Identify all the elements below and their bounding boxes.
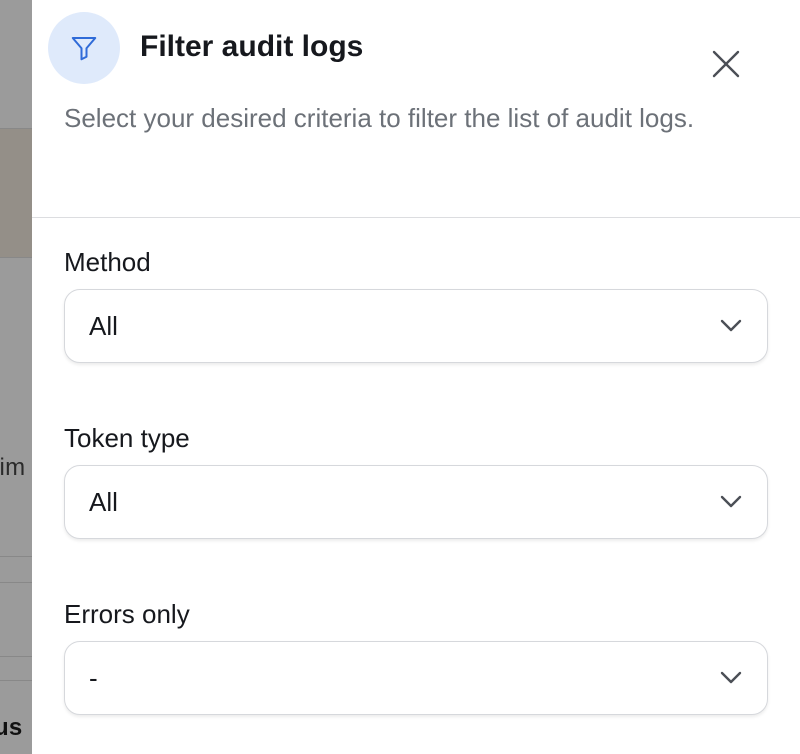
token-type-label: Token type xyxy=(64,423,190,453)
chevron-down-icon xyxy=(719,666,743,690)
token-type-filter: Token type All xyxy=(64,421,768,539)
background-page-overlay: lim us xyxy=(0,0,32,754)
drawer-header: Filter audit logs Select your desired cr… xyxy=(32,0,800,218)
close-button[interactable] xyxy=(704,42,748,86)
filter-icon-badge xyxy=(48,12,120,84)
chevron-down-icon xyxy=(719,490,743,514)
errors-only-filter: Errors only - xyxy=(64,597,768,715)
background-divider xyxy=(0,656,32,657)
method-filter: Method All xyxy=(64,245,768,363)
drawer-description: Select your desired criteria to filter t… xyxy=(64,103,695,133)
background-divider xyxy=(0,257,32,258)
token-type-select[interactable]: All xyxy=(64,465,768,539)
background-divider xyxy=(0,556,32,557)
method-select-value: All xyxy=(89,310,118,341)
chevron-down-icon xyxy=(719,314,743,338)
errors-only-select[interactable]: - xyxy=(64,641,768,715)
drawer-title: Filter audit logs xyxy=(140,30,364,63)
background-partial-text: lim xyxy=(0,454,26,481)
close-icon xyxy=(712,50,740,78)
background-divider xyxy=(0,680,32,681)
errors-only-label: Errors only xyxy=(64,599,190,629)
background-partial-heading: us xyxy=(0,714,23,741)
filter-drawer: Filter audit logs Select your desired cr… xyxy=(32,0,800,754)
background-divider xyxy=(0,582,32,583)
token-type-select-value: All xyxy=(89,486,118,517)
filter-icon xyxy=(71,37,97,61)
method-select[interactable]: All xyxy=(64,289,768,363)
method-label: Method xyxy=(64,247,151,277)
background-row-highlight xyxy=(0,129,32,257)
errors-only-select-value: - xyxy=(89,662,98,693)
